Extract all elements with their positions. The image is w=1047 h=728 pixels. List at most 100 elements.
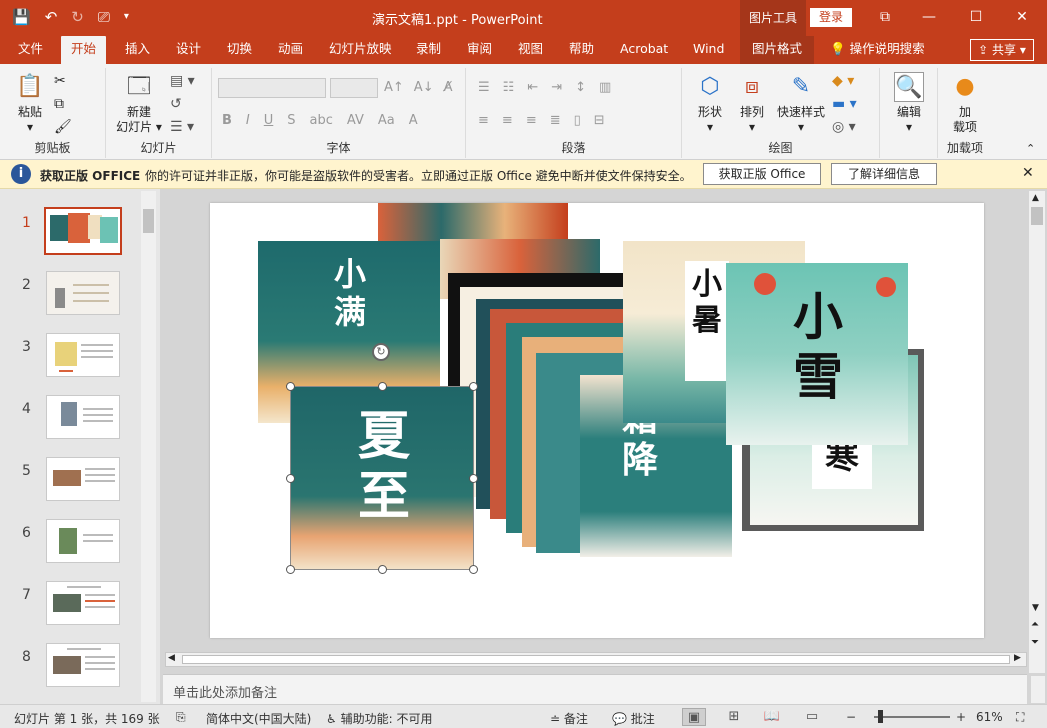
clear-format-icon[interactable]: A̸ (444, 80, 453, 95)
shape-fill-icon[interactable]: ◆ ▾ (832, 73, 854, 89)
addins-button[interactable]: ● 加 载项 (944, 72, 986, 135)
tab-view[interactable]: 视图 (518, 36, 543, 64)
edit-button[interactable]: 🔍 编辑 ▾ (890, 72, 928, 135)
picture-xiazhi-selected[interactable]: 夏至 (290, 386, 474, 570)
grow-font-icon[interactable]: A↑ (384, 80, 404, 95)
italic-icon[interactable]: I (246, 113, 250, 128)
align-text-icon[interactable]: ⊟ (594, 113, 605, 128)
increase-indent-icon[interactable]: ⇥ (551, 80, 562, 95)
zoom-slider[interactable] (874, 716, 950, 718)
decrease-indent-icon[interactable]: ⇤ (527, 80, 538, 95)
tab-slideshow[interactable]: 幻灯片放映 (329, 36, 392, 64)
notice-close-icon[interactable]: ✕ (1022, 165, 1034, 181)
section-icon[interactable]: ☰ ▾ (170, 119, 194, 135)
get-genuine-button[interactable]: 获取正版 Office (703, 163, 821, 185)
resize-handle-b[interactable] (378, 565, 387, 574)
thumbnail-slide-8[interactable]: 8 (0, 643, 140, 704)
thumbnail-slide-7[interactable]: 7 (0, 581, 140, 643)
numbering-icon[interactable]: ☷ (503, 80, 515, 95)
layout-icon[interactable]: ▤ ▾ (170, 73, 195, 89)
resize-handle-tl[interactable] (286, 382, 295, 391)
underline-icon[interactable]: U (264, 113, 274, 128)
tab-transitions[interactable]: 切换 (227, 36, 252, 64)
ribbon-display-icon[interactable]: ⧉ (871, 4, 899, 30)
thumbnail-slide-1[interactable]: 1 (0, 207, 140, 271)
tab-insert[interactable]: 插入 (125, 36, 150, 64)
customize-qat-icon[interactable]: ▾ (124, 6, 129, 28)
zoom-slider-thumb[interactable] (878, 710, 883, 723)
shapes-button[interactable]: ⬡ 形状 ▾ (690, 72, 730, 135)
justify-icon[interactable]: ≣ (550, 113, 561, 128)
paste-button[interactable]: 📋 粘贴 ▾ (10, 72, 50, 135)
thumbnail-slide-4[interactable]: 4 (0, 395, 140, 457)
tab-file[interactable]: 文件 (18, 36, 43, 64)
collapse-ribbon-icon[interactable]: ⌃ (1026, 142, 1035, 155)
redo-icon[interactable]: ↻ (71, 6, 84, 28)
login-button[interactable]: 登录 (810, 8, 852, 27)
close-icon[interactable]: ✕ (1008, 4, 1036, 30)
spellcheck-icon[interactable]: ⎘ (176, 710, 186, 725)
thumbnail-slide-3[interactable]: 3 (0, 333, 140, 395)
shadow-icon[interactable]: S (287, 113, 295, 128)
font-color-icon[interactable]: A (409, 113, 418, 128)
editor-scrollbar[interactable]: ▲ ▼ ⏶ ⏷ (1029, 191, 1045, 673)
comments-toggle[interactable]: 💬 批注 (612, 710, 655, 727)
thumbnail-slide-5[interactable]: 5 (0, 457, 140, 519)
reset-icon[interactable]: ↺ (170, 96, 182, 112)
align-left-icon[interactable]: ≡ (478, 113, 489, 128)
resize-handle-br[interactable] (469, 565, 478, 574)
save-icon[interactable]: 💾 (12, 6, 31, 28)
font-size-combo[interactable] (330, 78, 378, 98)
tab-picture-format[interactable]: 图片格式 (740, 36, 815, 64)
font-name-combo[interactable] (218, 78, 326, 98)
tab-record[interactable]: 录制 (416, 36, 441, 64)
language-status[interactable]: 简体中文(中国大陆) (206, 710, 311, 727)
editor-hscroll-thumb[interactable] (182, 655, 1010, 664)
tab-design[interactable]: 设计 (176, 36, 201, 64)
columns-icon[interactable]: ▥ (599, 80, 611, 95)
scroll-right-icon[interactable]: ▶ (1014, 653, 1021, 663)
learn-more-button[interactable]: 了解详细信息 (831, 163, 937, 185)
picture-xiaoxue[interactable]: 小雪 (726, 263, 908, 445)
share-button[interactable]: ⇪ 共享 ▾ (970, 39, 1034, 61)
zoom-out-icon[interactable]: − (846, 710, 856, 724)
minimize-icon[interactable]: — (915, 4, 943, 30)
new-slide-button[interactable]: 🗔 新建 幻灯片 ▾ (112, 72, 166, 135)
editor-scroll-thumb[interactable] (1031, 207, 1043, 225)
align-center-icon[interactable]: ≡ (502, 113, 513, 128)
char-spacing-icon[interactable]: AV (347, 113, 364, 128)
shrink-font-icon[interactable]: A↓ (414, 80, 434, 95)
fit-to-window-icon[interactable]: ⛶ (1016, 710, 1024, 725)
tell-me-search[interactable]: 💡 操作说明搜索 (830, 36, 925, 64)
tab-wind[interactable]: Wind (693, 36, 724, 64)
change-case-icon[interactable]: Aa (378, 113, 395, 128)
tab-help[interactable]: 帮助 (569, 36, 594, 64)
copy-icon[interactable]: ⧉ (54, 96, 64, 112)
slideshow-view-icon[interactable]: ▭ (800, 708, 824, 726)
bullets-icon[interactable]: ☰ (478, 80, 490, 95)
format-painter-icon[interactable]: 🖌 (54, 119, 72, 135)
resize-handle-tr[interactable] (469, 382, 478, 391)
zoom-level[interactable]: 61% (976, 710, 1003, 724)
align-right-icon[interactable]: ≡ (526, 113, 537, 128)
notes-toggle[interactable]: ≐ 备注 (550, 710, 588, 727)
cut-icon[interactable]: ✂ (54, 73, 66, 89)
zoom-in-icon[interactable]: + (956, 710, 966, 724)
rotate-handle-icon[interactable]: ↻ (372, 343, 390, 361)
reading-view-icon[interactable]: 📖 (760, 708, 784, 726)
thumbnail-slide-2[interactable]: 2 (0, 271, 140, 333)
present-icon[interactable]: ⎚ (98, 6, 110, 28)
thumbnails-scroll-thumb[interactable] (143, 209, 154, 233)
line-spacing-icon[interactable]: ↕ (575, 80, 586, 95)
normal-view-icon[interactable]: ▣ (682, 708, 706, 726)
scroll-down-icon[interactable]: ▼ (1032, 603, 1039, 613)
next-slide-icon[interactable]: ⏷ (1031, 637, 1039, 648)
strikethrough-icon[interactable]: abc (310, 113, 333, 128)
accessibility-status[interactable]: ♿ 辅助功能: 不可用 (326, 710, 432, 727)
tab-acrobat[interactable]: Acrobat (620, 36, 668, 64)
undo-icon[interactable]: ↶ (45, 6, 58, 28)
text-direction-icon[interactable]: ▯ (574, 113, 581, 128)
scroll-left-icon[interactable]: ◀ (168, 653, 175, 663)
notes-scrollbar[interactable] (1031, 676, 1045, 703)
notes-pane[interactable]: 单击此处添加备注 (163, 674, 1027, 704)
